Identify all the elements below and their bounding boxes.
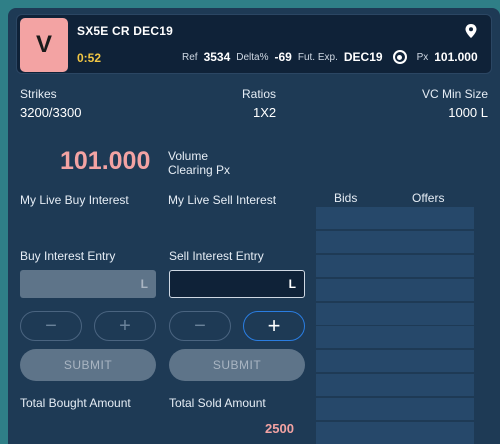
- instrument-title: SX5E CR DEC19: [77, 24, 173, 38]
- buy-decrement-button[interactable]: −: [20, 311, 82, 341]
- ref-label: Ref: [182, 51, 198, 63]
- book-row: [316, 302, 474, 325]
- book-row: [316, 350, 474, 373]
- rfq-panel: V SX5E CR DEC19 0:52 Ref 3534 Delta% -69…: [8, 8, 500, 444]
- book-row: [316, 422, 474, 444]
- sell-interest-input[interactable]: L: [169, 270, 305, 298]
- sell-increment-button[interactable]: +: [243, 311, 305, 341]
- total-sold-amount-label: Total Sold Amount: [169, 396, 266, 410]
- book-row: [316, 326, 474, 349]
- vc-min-size-value: 1000 L: [448, 105, 488, 120]
- delta-value: -69: [274, 50, 292, 64]
- book-row: [316, 254, 474, 277]
- header-metrics: Ref 3534 Delta% -69 Fut. Exp. DEC19 Px 1…: [182, 50, 483, 64]
- ref-value: 3534: [203, 50, 231, 64]
- caption-volume: Volume: [168, 149, 209, 163]
- book-row: [316, 374, 474, 397]
- buy-interest-input[interactable]: L: [20, 270, 156, 298]
- strikes-value: 3200/3300: [20, 105, 82, 120]
- book-row: [316, 398, 474, 421]
- countdown-timer: 0:52: [77, 51, 102, 65]
- vc-min-size-label: VC Min Size: [421, 87, 488, 101]
- fut-exp-value: DEC19: [343, 50, 383, 64]
- buy-increment-button[interactable]: +: [94, 311, 156, 341]
- total-bought-amount-label: Total Bought Amount: [20, 396, 131, 410]
- book-row: [316, 230, 474, 253]
- location-pin-icon[interactable]: [465, 24, 477, 38]
- ratios-label: Ratios: [242, 87, 277, 101]
- ratios-value: 1X2: [253, 105, 277, 120]
- delta-label: Delta%: [236, 51, 269, 63]
- fut-exp-label: Fut. Exp.: [297, 51, 338, 63]
- px-value: 101.000: [434, 50, 478, 64]
- bids-header: Bids: [334, 191, 358, 205]
- px-label: Px: [416, 51, 429, 63]
- buy-submit-button[interactable]: SUBMIT: [20, 349, 156, 381]
- instrument-header: V SX5E CR DEC19 0:52 Ref 3534 Delta% -69…: [16, 14, 492, 74]
- my-live-buy-interest-label: My Live Buy Interest: [20, 193, 129, 207]
- book-row: [316, 278, 474, 301]
- sell-decrement-button[interactable]: −: [169, 311, 231, 341]
- offers-header: Offers: [412, 191, 445, 205]
- clearing-price-caption: Volume Clearing Px: [168, 149, 230, 177]
- book-row: [316, 207, 474, 229]
- clearing-price: 101.000: [60, 147, 151, 175]
- side-badge: V: [20, 18, 68, 72]
- order-book: [316, 207, 474, 444]
- sell-interest-entry-label: Sell Interest Entry: [169, 249, 264, 263]
- sell-submit-button[interactable]: SUBMIT: [169, 349, 305, 381]
- caption-clearing-px: Clearing Px: [168, 163, 231, 177]
- my-live-sell-interest-label: My Live Sell Interest: [168, 193, 277, 207]
- target-icon[interactable]: [392, 50, 407, 64]
- buy-interest-entry-label: Buy Interest Entry: [20, 249, 116, 263]
- total-sold-amount-value: 2500: [265, 421, 294, 436]
- strikes-label: Strikes: [20, 87, 57, 101]
